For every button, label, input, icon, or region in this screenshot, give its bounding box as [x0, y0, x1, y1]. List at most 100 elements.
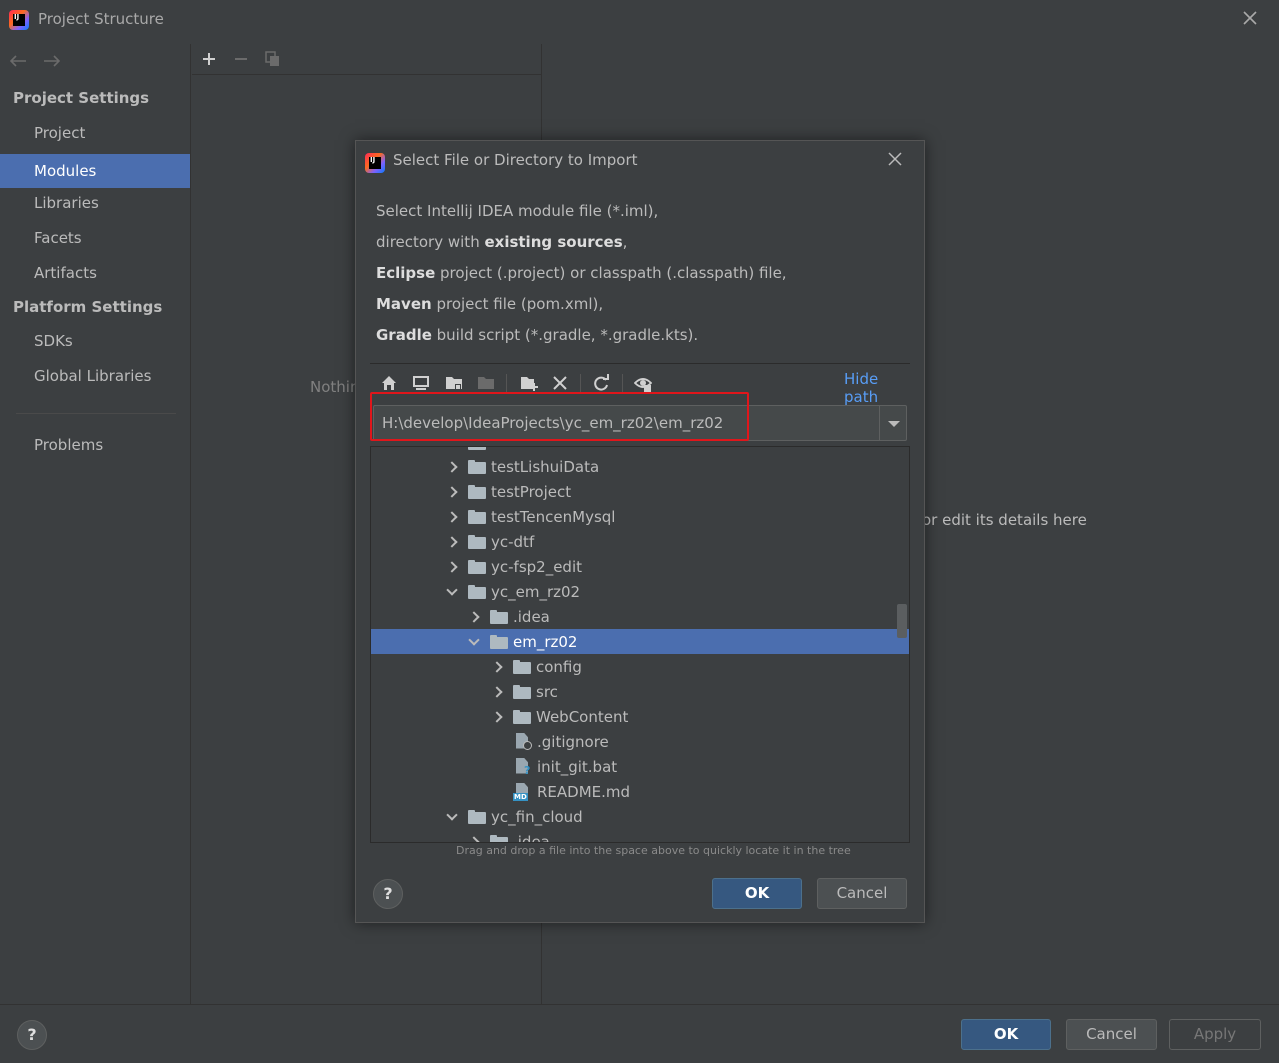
tree-row[interactable]: init_git.bat — [371, 754, 909, 779]
cancel-button[interactable]: Cancel — [1066, 1019, 1157, 1050]
sidebar-item-modules[interactable]: Modules — [0, 154, 190, 188]
tree-row[interactable]: .gitignore — [371, 729, 909, 754]
footer-bar: ? OK Cancel Apply — [0, 1004, 1279, 1063]
empty-selection-text: Nothin — [310, 378, 360, 396]
toolbar-separator — [580, 374, 581, 394]
desc-line: Select Intellij IDEA module file (*.iml)… — [376, 202, 659, 220]
tree-row[interactable]: testProject — [371, 479, 909, 504]
folder-icon — [513, 709, 531, 724]
chevron-right-icon[interactable] — [446, 561, 458, 573]
details-hint-text: or edit its details here — [922, 511, 1087, 529]
tree-row[interactable]: .idea — [371, 829, 909, 843]
select-file-dialog: IJ Select File or Directory to Import Se… — [355, 140, 925, 923]
sidebar-item-project[interactable]: Project — [0, 116, 190, 150]
folder-icon — [468, 534, 486, 549]
chevron-right-icon[interactable] — [468, 611, 480, 623]
forward-arrow-icon[interactable] — [42, 54, 62, 68]
folder-icon — [468, 447, 486, 450]
tree-row[interactable]: yc_em_rz02 — [371, 579, 909, 604]
nav-arrows — [8, 54, 62, 68]
folder-icon — [468, 459, 486, 474]
file-tree[interactable]: testLishuiData testProject testTencenMys… — [370, 446, 910, 843]
chevron-right-icon[interactable] — [446, 536, 458, 548]
chevron-down-icon[interactable] — [446, 586, 458, 598]
platform-settings-heading: Platform Settings — [13, 298, 163, 316]
intellij-logo-icon: IJ — [9, 10, 29, 30]
toolbar-separator — [506, 374, 507, 394]
folder-icon — [513, 684, 531, 699]
show-hidden-icon[interactable] — [634, 374, 652, 392]
delete-icon[interactable] — [551, 374, 569, 392]
tree-row[interactable]: yc-fsp2_edit — [371, 554, 909, 579]
dialog-title: Select File or Directory to Import — [393, 151, 638, 169]
tree-row[interactable]: yc-dtf — [371, 529, 909, 554]
folder-icon — [513, 659, 531, 674]
chevron-right-icon[interactable] — [468, 836, 480, 843]
intellij-logo-icon: IJ — [365, 153, 385, 173]
apply-button[interactable]: Apply — [1169, 1019, 1261, 1050]
title-bar: IJ Project Structure — [0, 0, 1279, 40]
dialog-close-icon[interactable] — [887, 151, 903, 167]
project-settings-heading: Project Settings — [13, 89, 150, 107]
desc-line: Eclipse project (.project) or classpath … — [376, 264, 787, 282]
drag-drop-hint: Drag and drop a file into the space abov… — [456, 844, 851, 857]
sidebar-item-facets[interactable]: Facets — [0, 221, 190, 255]
help-button[interactable]: ? — [17, 1020, 47, 1050]
remove-icon[interactable] — [232, 50, 250, 68]
gitignore-file-icon — [515, 733, 532, 751]
dialog-cancel-button[interactable]: Cancel — [817, 878, 907, 909]
markdown-file-icon — [513, 783, 531, 801]
tree-row[interactable]: README.md — [371, 779, 909, 804]
window-title: Project Structure — [38, 10, 164, 28]
desktop-icon[interactable] — [412, 374, 430, 392]
dialog-ok-button[interactable]: OK — [712, 878, 802, 909]
folder-icon — [468, 584, 486, 599]
chevron-down-icon[interactable] — [468, 636, 480, 648]
chevron-right-icon[interactable] — [491, 661, 503, 673]
tree-row[interactable]: WebContent — [371, 704, 909, 729]
toolbar-separator — [622, 374, 623, 394]
dialog-description: Select Intellij IDEA module file (*.iml)… — [376, 196, 896, 351]
modules-toolbar — [192, 44, 542, 75]
sidebar-item-sdks[interactable]: SDKs — [0, 324, 190, 358]
tree-row[interactable]: .idea — [371, 604, 909, 629]
ok-button[interactable]: OK — [961, 1019, 1051, 1050]
chevron-down-icon[interactable] — [446, 811, 458, 823]
desc-line: Gradle build script (*.gradle, *.gradle.… — [376, 326, 699, 344]
project-folder-icon[interactable] — [445, 374, 463, 392]
chevron-right-icon[interactable] — [446, 511, 458, 523]
desc-line: directory with existing sources, — [376, 233, 628, 251]
chevron-right-icon[interactable] — [491, 686, 503, 698]
sidebar-item-global-libraries[interactable]: Global Libraries — [0, 359, 190, 393]
tree-row[interactable]: testTencenMysql — [371, 504, 909, 529]
folder-icon — [490, 609, 508, 624]
close-icon[interactable] — [1240, 8, 1260, 28]
tree-row[interactable]: yc_fin_cloud — [371, 804, 909, 829]
sidebar-item-libraries[interactable]: Libraries — [0, 186, 190, 220]
sidebar-divider — [16, 413, 176, 414]
chevron-right-icon[interactable] — [491, 711, 503, 723]
module-folder-icon[interactable] — [477, 374, 495, 392]
new-folder-icon[interactable] — [520, 374, 538, 392]
desc-line: Maven project file (pom.xml), — [376, 295, 604, 313]
copy-icon[interactable] — [264, 50, 282, 68]
folder-icon — [490, 834, 508, 842]
sidebar-item-artifacts[interactable]: Artifacts — [0, 256, 190, 290]
add-icon[interactable] — [200, 50, 218, 68]
hide-path-link[interactable]: Hide path — [844, 370, 910, 406]
dialog-help-button[interactable]: ? — [373, 879, 403, 909]
tree-row-selected[interactable]: em_rz02 — [371, 629, 909, 654]
tree-row[interactable]: testLishuiData — [371, 454, 909, 479]
tree-row[interactable]: config — [371, 654, 909, 679]
path-dropdown-arrow-icon[interactable] — [879, 406, 907, 440]
tree-scrollbar[interactable] — [897, 604, 907, 638]
refresh-icon[interactable] — [592, 374, 610, 392]
home-icon[interactable] — [380, 374, 398, 392]
back-arrow-icon[interactable] — [8, 54, 28, 68]
path-highlight-box — [370, 392, 749, 441]
sidebar-item-problems[interactable]: Problems — [0, 428, 190, 462]
chevron-right-icon[interactable] — [446, 486, 458, 498]
tree-row[interactable]: src — [371, 679, 909, 704]
folder-icon — [468, 809, 486, 824]
chevron-right-icon[interactable] — [446, 461, 458, 473]
